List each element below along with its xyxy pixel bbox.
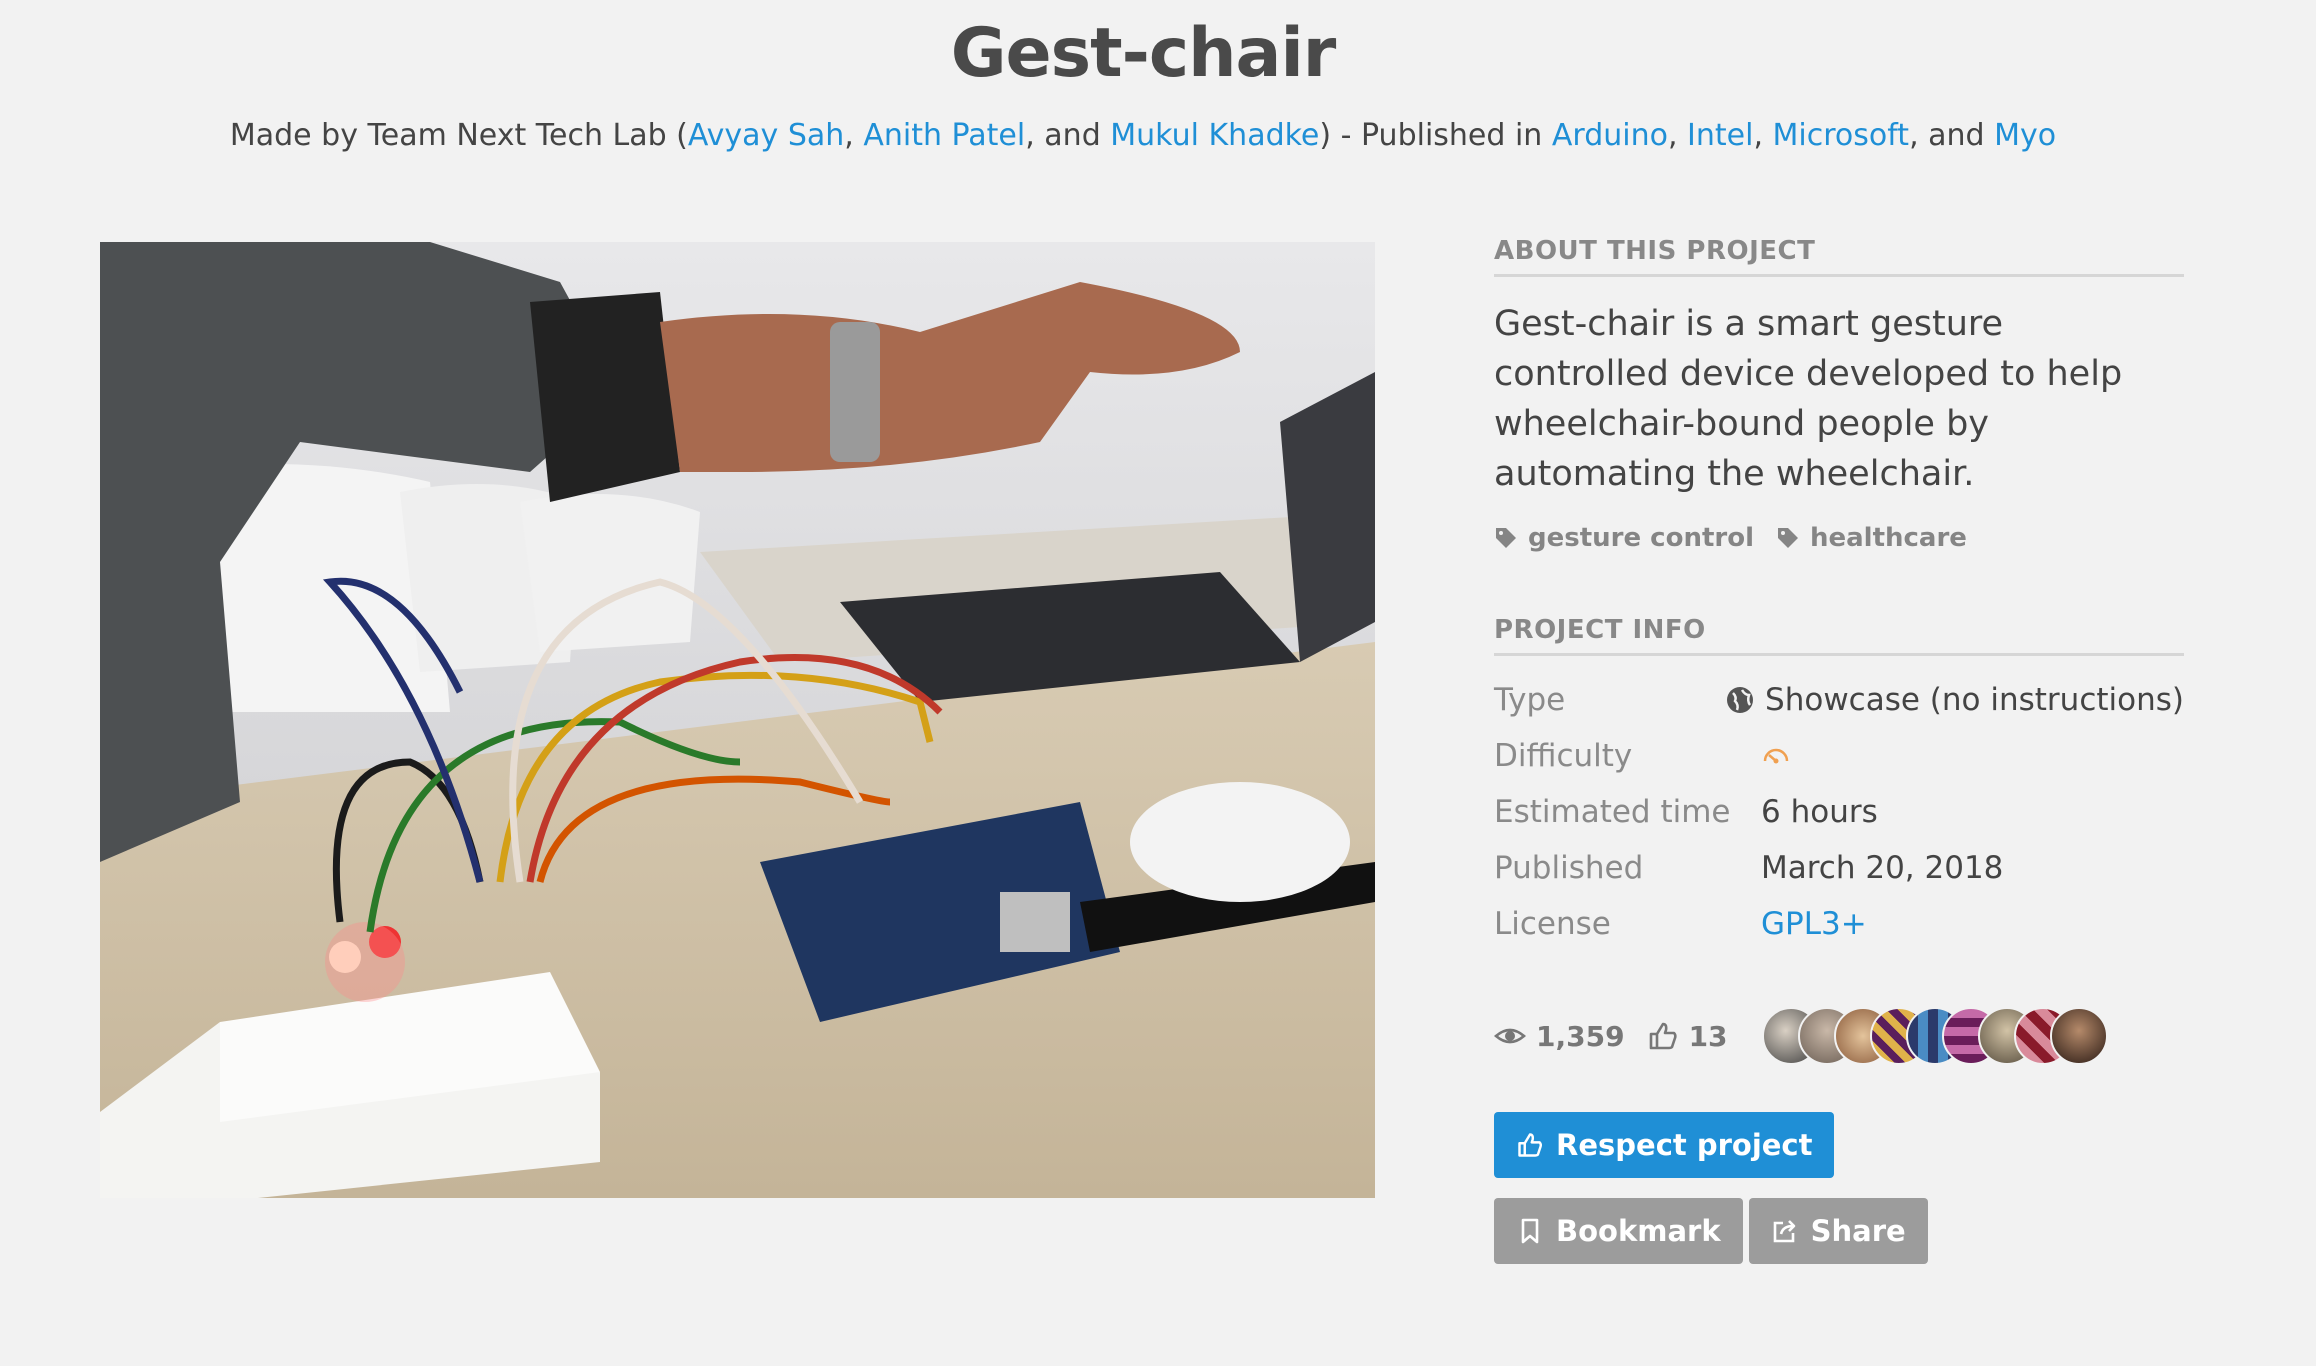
info-row-license: License GPL3+ <box>1494 896 2184 952</box>
project-description: Gest-chair is a smart gesture controlled… <box>1494 304 2123 494</box>
avatar[interactable] <box>2049 1007 2108 1065</box>
published-date: March 20, 2018 <box>1761 850 2004 886</box>
tag-icon <box>1777 528 1798 548</box>
platform-link-arduino[interactable]: Arduino <box>1552 118 1668 153</box>
info-key: Published <box>1494 850 1644 886</box>
platform-link-microsoft[interactable]: Microsoft <box>1773 118 1910 153</box>
project-cover-image[interactable] <box>100 242 1375 1198</box>
info-key: Estimated time <box>1494 794 1731 830</box>
eye-icon <box>1494 1028 1526 1044</box>
project-title: Gest-chair <box>950 14 1337 93</box>
views-count: 1,359 <box>1536 1019 1625 1053</box>
respects-count: 13 <box>1688 1019 1728 1053</box>
info-row-type: Type Showcase (no instructions) <box>1494 672 2184 728</box>
info-key: Type <box>1494 682 1566 718</box>
cover-photo-illustration <box>100 242 1375 1198</box>
platform-link-myo[interactable]: Myo <box>1994 118 2056 153</box>
bookmark-label: Bookmark <box>1556 1214 1721 1248</box>
byline-prefix: Made by Team Next Tech Lab ( <box>229 118 688 153</box>
project-type: Showcase (no instructions) <box>1765 682 2184 718</box>
respect-project-button[interactable]: Respect project <box>1494 1112 1835 1178</box>
info-row-difficulty: Difficulty <box>1494 728 2184 784</box>
project-byline: Made by Team Next Tech Lab (Avyay Sah, A… <box>0 118 2286 153</box>
project-sidebar: ABOUT THIS PROJECT Gest-chair is a smart… <box>1494 236 2184 1264</box>
tag-label: gesture control <box>1528 523 1754 553</box>
platform-link-intel[interactable]: Intel <box>1687 118 1753 153</box>
author-link-mukul[interactable]: Mukul Khadke <box>1110 118 1319 153</box>
respecters-avatars <box>1761 1007 2108 1065</box>
byline-sep: , and <box>1025 118 1111 153</box>
author-link-avyay[interactable]: Avyay Sah <box>688 118 844 153</box>
globe-icon <box>1727 687 1754 713</box>
share-label: Share <box>1810 1214 1906 1248</box>
byline-sep: , <box>1667 118 1688 153</box>
info-key: Difficulty <box>1494 738 1633 774</box>
about-heading: ABOUT THIS PROJECT <box>1494 236 2184 277</box>
tag-icon <box>1496 528 1516 548</box>
share-icon <box>1773 1220 1795 1243</box>
byline-sep: , <box>1753 118 1773 153</box>
info-row-estimated-time: Estimated time 6 hours <box>1494 784 2184 840</box>
project-info-table: Type Showcase (no instructions) Difficul… <box>1494 672 2184 952</box>
thumbs-up-icon <box>1518 1133 1543 1157</box>
author-link-anith[interactable]: Anith Patel <box>863 118 1025 153</box>
info-value <box>1761 741 1791 771</box>
thumbs-up-icon <box>1649 1022 1677 1050</box>
estimated-time: 6 hours <box>1761 794 1878 830</box>
tag-gesture-control[interactable]: gesture control <box>1494 523 1754 553</box>
project-info-heading: PROJECT INFO <box>1494 615 2184 656</box>
share-button[interactable]: Share <box>1748 1198 1928 1264</box>
license-link[interactable]: GPL3+ <box>1761 906 1867 942</box>
difficulty-easy-icon <box>1763 748 1789 764</box>
respect-label: Respect project <box>1556 1128 1813 1162</box>
project-stats: 1,359 13 <box>1494 1004 2184 1068</box>
tag-healthcare[interactable]: healthcare <box>1776 523 1967 553</box>
info-key: License <box>1494 906 1611 942</box>
respects-stat: 13 <box>1647 1020 1728 1053</box>
tag-label: healthcare <box>1809 523 1967 553</box>
byline-sep: , <box>844 118 864 153</box>
byline-sep: , and <box>1909 118 1995 153</box>
info-row-published: Published March 20, 2018 <box>1494 840 2184 896</box>
byline-published-in: ) - Published in <box>1319 118 1552 153</box>
info-value: Showcase (no instructions) <box>1725 682 2184 718</box>
views-stat: 1,359 <box>1494 1020 1625 1053</box>
bookmark-icon <box>1521 1218 1539 1244</box>
project-tags: gesture control healthcare <box>1494 523 2184 553</box>
bookmark-button[interactable]: Bookmark <box>1494 1198 1743 1264</box>
